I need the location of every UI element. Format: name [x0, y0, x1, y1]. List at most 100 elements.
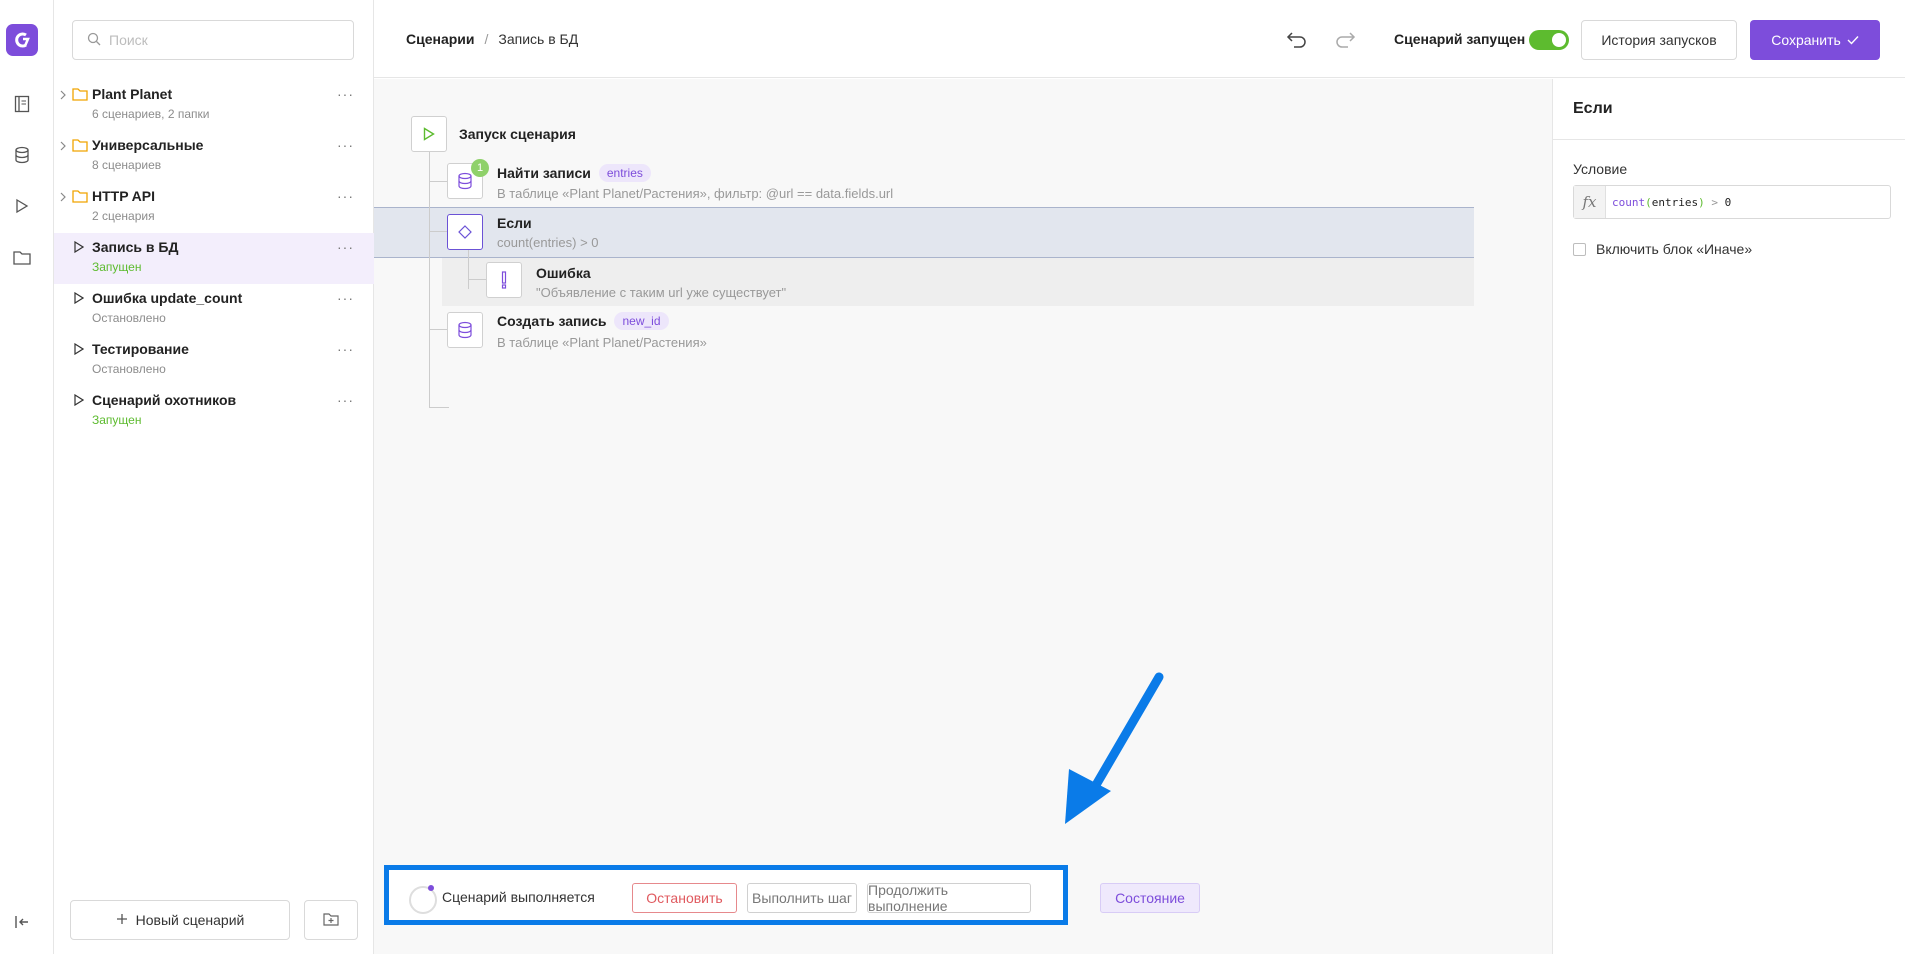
folder-plus-icon [323, 912, 339, 929]
folder-icon[interactable] [12, 247, 32, 267]
database-icon[interactable] [447, 312, 483, 348]
tree-folder-http-api[interactable]: HTTP API 2 сценария ··· [54, 182, 374, 233]
formula-argument: entries [1651, 195, 1699, 209]
connector-line [429, 329, 449, 330]
step-description: В таблице «Plant Planet/Растения», фильт… [497, 186, 894, 201]
folder-icon [72, 137, 88, 153]
breadcrumb-root[interactable]: Сценарии [406, 31, 475, 47]
scenario-sidebar: Plant Planet 6 сценариев, 2 папки ··· Ун… [54, 0, 374, 954]
tree-item-status: Запущен [92, 260, 142, 274]
app-logo[interactable] [6, 24, 38, 56]
tree-item-name: Ошибка update_count [92, 290, 243, 306]
tree-folder-universal[interactable]: Универсальные 8 сценариев ··· [54, 131, 374, 182]
tree-item-name: Запись в БД [92, 239, 179, 255]
more-menu-button[interactable]: ··· [337, 188, 354, 204]
chevron-right-icon[interactable] [60, 191, 70, 203]
continue-button[interactable]: Продолжить выполнение [867, 882, 1031, 914]
check-icon [1847, 32, 1859, 48]
new-folder-button[interactable] [304, 900, 358, 940]
properties-panel: Если Условие fx count(entries) > 0 Включ… [1552, 79, 1905, 954]
more-menu-button[interactable]: ··· [337, 86, 354, 102]
formula-operator: > [1711, 195, 1718, 209]
new-scenario-button[interactable]: Новый сценарий [70, 900, 290, 940]
more-menu-button[interactable]: ··· [337, 137, 354, 153]
save-label: Сохранить [1771, 32, 1841, 48]
scenario-tree: Plant Planet 6 сценариев, 2 папки ··· Ун… [54, 80, 374, 437]
tree-item-status: Запущен [92, 413, 142, 427]
formula-value: 0 [1724, 195, 1732, 209]
folder-icon [72, 188, 88, 204]
tree-scenario-testing[interactable]: Тестирование Остановлено ··· [54, 335, 374, 386]
step-description: count(entries) > 0 [497, 235, 599, 250]
stop-button[interactable]: Остановить [632, 883, 737, 913]
formula-function: count [1612, 195, 1646, 209]
document-icon[interactable] [12, 94, 32, 114]
search-box[interactable] [72, 20, 354, 60]
topbar: Сценарии / Запись в БД Сценарий запущен … [374, 0, 1905, 78]
more-menu-button[interactable]: ··· [337, 239, 354, 255]
tree-folder-plant-planet[interactable]: Plant Planet 6 сценариев, 2 папки ··· [54, 80, 374, 131]
plus-icon [116, 912, 128, 928]
output-variable-tag: new_id [614, 312, 669, 330]
step-description: "Объявление с таким url уже существует" [536, 285, 787, 300]
formula-code: count(entries) > 0 [1612, 195, 1732, 209]
play-icon[interactable] [12, 196, 32, 216]
tree-item-meta: 2 сценария [92, 209, 155, 223]
flow-canvas: Запуск сценария 1 Найти записи entries В… [374, 79, 1552, 954]
tree-scenario-write-db[interactable]: Запись в БД Запущен ··· [54, 233, 374, 284]
start-node-icon[interactable] [411, 116, 447, 152]
scenario-running-label: Сценарий запущен [1394, 31, 1526, 47]
else-block-checkbox[interactable] [1573, 242, 1586, 256]
tree-item-name: Сценарий охотников [92, 392, 237, 408]
tree-item-status: Остановлено [92, 311, 166, 325]
scenario-running-toggle[interactable] [1529, 30, 1569, 50]
breadcrumb: Сценарии / Запись в БД [406, 31, 578, 47]
play-icon [74, 392, 90, 408]
panel-title: Если [1573, 100, 1613, 117]
condition-formula-input[interactable]: fx count(entries) > 0 [1573, 185, 1891, 219]
play-icon [74, 239, 90, 255]
condition-icon[interactable] [447, 214, 483, 250]
more-menu-button[interactable]: ··· [337, 341, 354, 357]
database-icon[interactable] [12, 145, 32, 165]
play-icon [74, 341, 90, 357]
execution-status-label: Сценарий выполняется [442, 889, 595, 905]
search-input[interactable] [109, 32, 339, 48]
function-icon: fx [1574, 186, 1606, 218]
annotation-arrow-icon [1065, 672, 1164, 824]
connector-line [429, 231, 449, 232]
step-title[interactable]: Создать запись new_id [497, 312, 669, 330]
connector-line [429, 152, 430, 407]
step-button[interactable]: Выполнить шаг [747, 883, 857, 913]
state-button[interactable]: Состояние [1100, 883, 1200, 913]
breadcrumb-separator: / [484, 31, 489, 47]
step-title[interactable]: Если [497, 215, 532, 231]
redo-icon[interactable] [1334, 30, 1356, 51]
tree-item-name: Тестирование [92, 341, 189, 357]
logout-icon[interactable] [12, 912, 32, 932]
step-counter-badge: 1 [471, 159, 489, 177]
output-variable-tag: entries [598, 164, 651, 182]
error-icon[interactable] [486, 262, 522, 298]
folder-icon [72, 86, 88, 102]
chevron-right-icon[interactable] [60, 140, 70, 152]
more-menu-button[interactable]: ··· [337, 392, 354, 408]
tree-scenario-hunters[interactable]: Сценарий охотников Запущен ··· [54, 386, 374, 437]
play-icon [74, 290, 90, 306]
more-menu-button[interactable]: ··· [337, 290, 354, 306]
step-title[interactable]: Ошибка [536, 265, 591, 281]
run-history-button[interactable]: История запусков [1581, 20, 1737, 60]
tree-scenario-update-count-error[interactable]: Ошибка update_count Остановлено ··· [54, 284, 374, 335]
undo-icon[interactable] [1286, 30, 1308, 51]
chevron-right-icon[interactable] [60, 89, 70, 101]
else-block-option[interactable]: Включить блок «Иначе» [1573, 241, 1752, 257]
step-description: В таблице «Plant Planet/Растения» [497, 335, 707, 350]
step-title[interactable]: Найти записи entries [497, 164, 651, 182]
app-root: Plant Planet 6 сценариев, 2 папки ··· Ун… [0, 0, 1905, 954]
start-node-title[interactable]: Запуск сценария [459, 126, 576, 142]
tree-item-name: Универсальные [92, 137, 204, 153]
tree-item-meta: 6 сценариев, 2 папки [92, 107, 210, 121]
save-button[interactable]: Сохранить [1750, 20, 1880, 60]
else-block-label: Включить блок «Иначе» [1596, 241, 1753, 257]
loading-spinner-icon [409, 885, 437, 914]
